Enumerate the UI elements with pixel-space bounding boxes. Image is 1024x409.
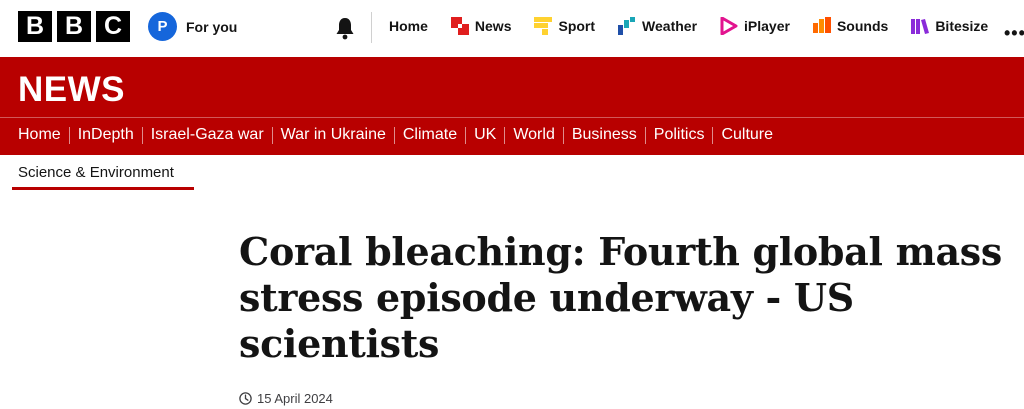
- sport-icon: [534, 17, 553, 35]
- global-nav-home[interactable]: Home: [375, 0, 437, 52]
- header-divider: [371, 12, 372, 43]
- global-nav-home-label: Home: [389, 18, 428, 34]
- section-israel-gaza-war[interactable]: Israel-Gaza war: [151, 126, 264, 144]
- global-nav-weather-label: Weather: [642, 18, 698, 34]
- section-separator: [712, 126, 714, 144]
- clock-icon: [239, 392, 252, 405]
- global-nav-news[interactable]: News: [437, 0, 521, 52]
- global-nav-sounds-label: Sounds: [836, 18, 889, 34]
- section-separator: [393, 126, 395, 144]
- article-headline: Coral bleaching: Fourth global mass stre…: [239, 229, 1002, 366]
- global-nav-iplayer-label: iPlayer: [744, 18, 790, 34]
- global-nav: Home News Sport Weather iPlayer Sounds B…: [375, 0, 997, 52]
- for-you-label: For you: [186, 18, 238, 35]
- section-separator: [141, 126, 143, 144]
- subnav-active-indicator: [12, 187, 194, 190]
- section-politics[interactable]: Politics: [654, 126, 705, 144]
- section-separator: [68, 126, 70, 144]
- news-banner: NEWS Home InDepth Israel-Gaza war War in…: [0, 57, 1024, 155]
- logo-block-c: C: [96, 11, 130, 42]
- global-header: B B C P For you Home News Sport Weather …: [0, 0, 1024, 57]
- section-business[interactable]: Business: [572, 126, 637, 144]
- news-icon: [450, 17, 469, 35]
- global-nav-weather[interactable]: Weather: [604, 0, 706, 52]
- more-menu-icon[interactable]: •••: [1004, 23, 1024, 44]
- section-climate[interactable]: Climate: [403, 126, 457, 144]
- logo-block-b1: B: [18, 11, 52, 42]
- article-date: 15 April 2024: [257, 391, 333, 406]
- news-wordmark[interactable]: NEWS: [18, 70, 125, 110]
- section-separator: [465, 126, 467, 144]
- section-home[interactable]: Home: [18, 126, 61, 144]
- sounds-icon: [812, 17, 831, 33]
- section-war-in-ukraine[interactable]: War in Ukraine: [281, 126, 386, 144]
- global-nav-sounds[interactable]: Sounds: [799, 0, 897, 52]
- news-banner-rule: [0, 117, 1024, 118]
- iplayer-icon: [720, 17, 738, 35]
- avatar: P: [148, 12, 177, 41]
- bbc-logo[interactable]: B B C: [18, 11, 130, 42]
- subnav-science-environment[interactable]: Science & Environment: [18, 164, 174, 181]
- global-nav-sport-label: Sport: [558, 18, 596, 34]
- global-nav-bitesize[interactable]: Bitesize: [897, 0, 997, 52]
- article-dateline: 15 April 2024: [239, 391, 333, 406]
- section-uk[interactable]: UK: [474, 126, 496, 144]
- news-section-nav: Home InDepth Israel-Gaza war War in Ukra…: [18, 126, 773, 144]
- weather-icon: [618, 17, 636, 35]
- global-nav-iplayer[interactable]: iPlayer: [706, 0, 799, 52]
- section-world[interactable]: World: [513, 126, 555, 144]
- bitesize-icon: [911, 19, 930, 34]
- section-separator: [644, 126, 646, 144]
- section-separator: [271, 126, 273, 144]
- bell-icon[interactable]: [334, 16, 356, 40]
- for-you-button[interactable]: P For you: [148, 12, 237, 41]
- global-nav-news-label: News: [474, 18, 512, 34]
- section-culture[interactable]: Culture: [721, 126, 773, 144]
- section-separator: [504, 126, 506, 144]
- section-separator: [562, 126, 564, 144]
- section-indepth[interactable]: InDepth: [78, 126, 134, 144]
- logo-block-b2: B: [57, 11, 91, 42]
- global-nav-sport[interactable]: Sport: [520, 0, 604, 52]
- global-nav-bitesize-label: Bitesize: [935, 18, 989, 34]
